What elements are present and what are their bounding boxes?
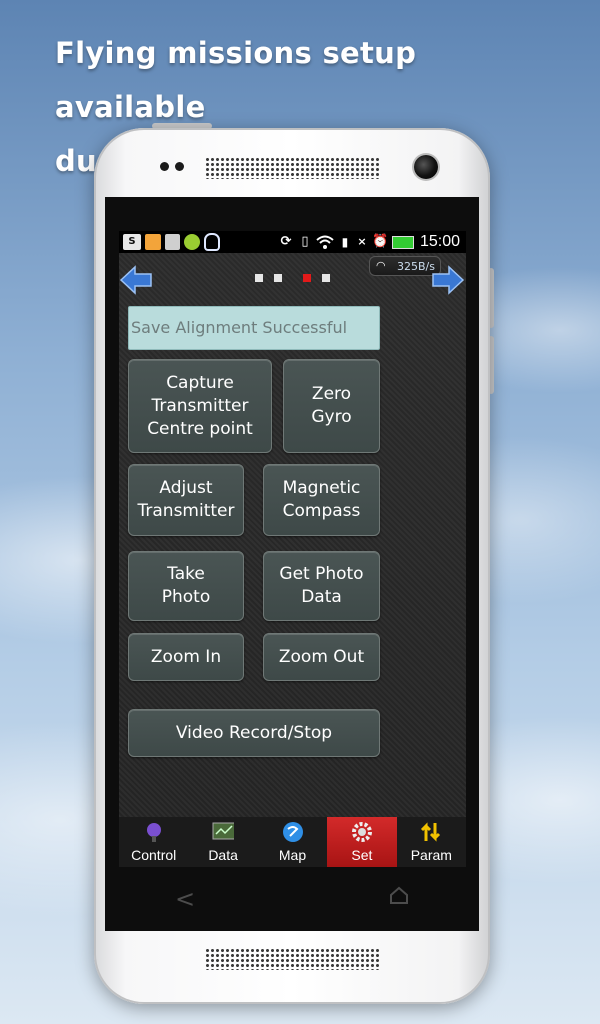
vibrate-icon: ▯ xyxy=(301,234,309,249)
status-bar: S ⟳ ▯ ▮ × ⏰ 15:00 xyxy=(119,231,466,253)
top-speaker-grille xyxy=(205,157,381,179)
status-bar-right: ⟳ ▯ ▮ × ⏰ 15:00 xyxy=(274,233,466,251)
status-message-field: Save Alignment Successful xyxy=(128,306,380,350)
front-sensor-dot xyxy=(160,162,169,171)
tab-map-label: Map xyxy=(278,847,307,863)
tab-set[interactable]: Set xyxy=(327,817,397,867)
alarm-icon: ⏰ xyxy=(371,234,389,249)
clock: 15:00 xyxy=(419,233,460,250)
tab-data-label: Data xyxy=(208,847,238,863)
zoom-in-button[interactable]: Zoom In xyxy=(128,633,244,681)
gear-icon xyxy=(351,821,373,843)
wifi-icon: ◠ xyxy=(376,259,386,272)
back-arrow-icon[interactable] xyxy=(119,263,153,297)
page-indicator-dot xyxy=(322,274,330,282)
video-record-stop-button[interactable]: Video Record/Stop xyxy=(128,709,380,757)
qq-icon xyxy=(204,233,220,251)
mobile-data-icon: ▮ xyxy=(341,235,349,249)
data-monitor-icon xyxy=(212,821,235,843)
tab-control-label: Control xyxy=(131,847,177,863)
bottom-tab-bar: Control Data Map Set Param xyxy=(119,817,466,867)
zero-gyro-button[interactable]: Zero Gyro xyxy=(283,359,380,453)
app-settings-page: ◠ 325B/s Save Alignment Successful Captu… xyxy=(119,253,466,817)
page-indicator-dot-active xyxy=(303,274,311,282)
page-indicator-dot xyxy=(255,274,263,282)
zoom-out-button[interactable]: Zoom Out xyxy=(263,633,380,681)
tab-param-label: Param xyxy=(410,847,452,863)
tab-set-label: Set xyxy=(351,847,373,863)
page-indicator-dot xyxy=(274,274,282,282)
battery-icon xyxy=(391,235,414,249)
signal-off-icon: × xyxy=(357,235,367,248)
wifi-icon xyxy=(316,235,334,249)
system-home-icon[interactable] xyxy=(389,885,409,905)
rotate-icon: ⟳ xyxy=(280,234,292,249)
sim-icon: S xyxy=(123,234,141,250)
joystick-icon xyxy=(143,821,165,843)
adjust-transmitter-button[interactable]: Adjust Transmitter xyxy=(128,464,244,536)
front-camera xyxy=(414,155,438,179)
tab-data[interactable]: Data xyxy=(188,817,257,867)
magnetic-compass-button[interactable]: Magnetic Compass xyxy=(263,464,380,536)
phone-screen: S ⟳ ▯ ▮ × ⏰ 15:00 ◠ 325B/s Save Alignmen… xyxy=(119,231,466,867)
tab-map[interactable]: Map xyxy=(258,817,327,867)
up-down-arrows-icon xyxy=(420,821,442,843)
bottom-speaker-grille xyxy=(205,948,381,970)
gallery-icon xyxy=(165,234,180,250)
app-icon xyxy=(184,234,200,250)
get-photo-data-button[interactable]: Get Photo Data xyxy=(263,551,380,621)
tab-control[interactable]: Control xyxy=(119,817,188,867)
capture-transmitter-centre-button[interactable]: Capture Transmitter Centre point xyxy=(128,359,272,453)
system-back-icon[interactable]: < xyxy=(175,885,195,913)
take-photo-button[interactable]: Take Photo xyxy=(128,551,244,621)
globe-icon xyxy=(282,821,304,843)
front-sensor-dot xyxy=(175,162,184,171)
notification-icon xyxy=(145,234,161,250)
system-navigation-bar: < xyxy=(105,867,479,931)
promo-headline-line1: Flying missions setup available xyxy=(55,36,417,124)
forward-arrow-icon[interactable] xyxy=(431,263,465,297)
network-speed-value: 325B/s xyxy=(397,259,435,273)
tab-param[interactable]: Param xyxy=(397,817,466,867)
